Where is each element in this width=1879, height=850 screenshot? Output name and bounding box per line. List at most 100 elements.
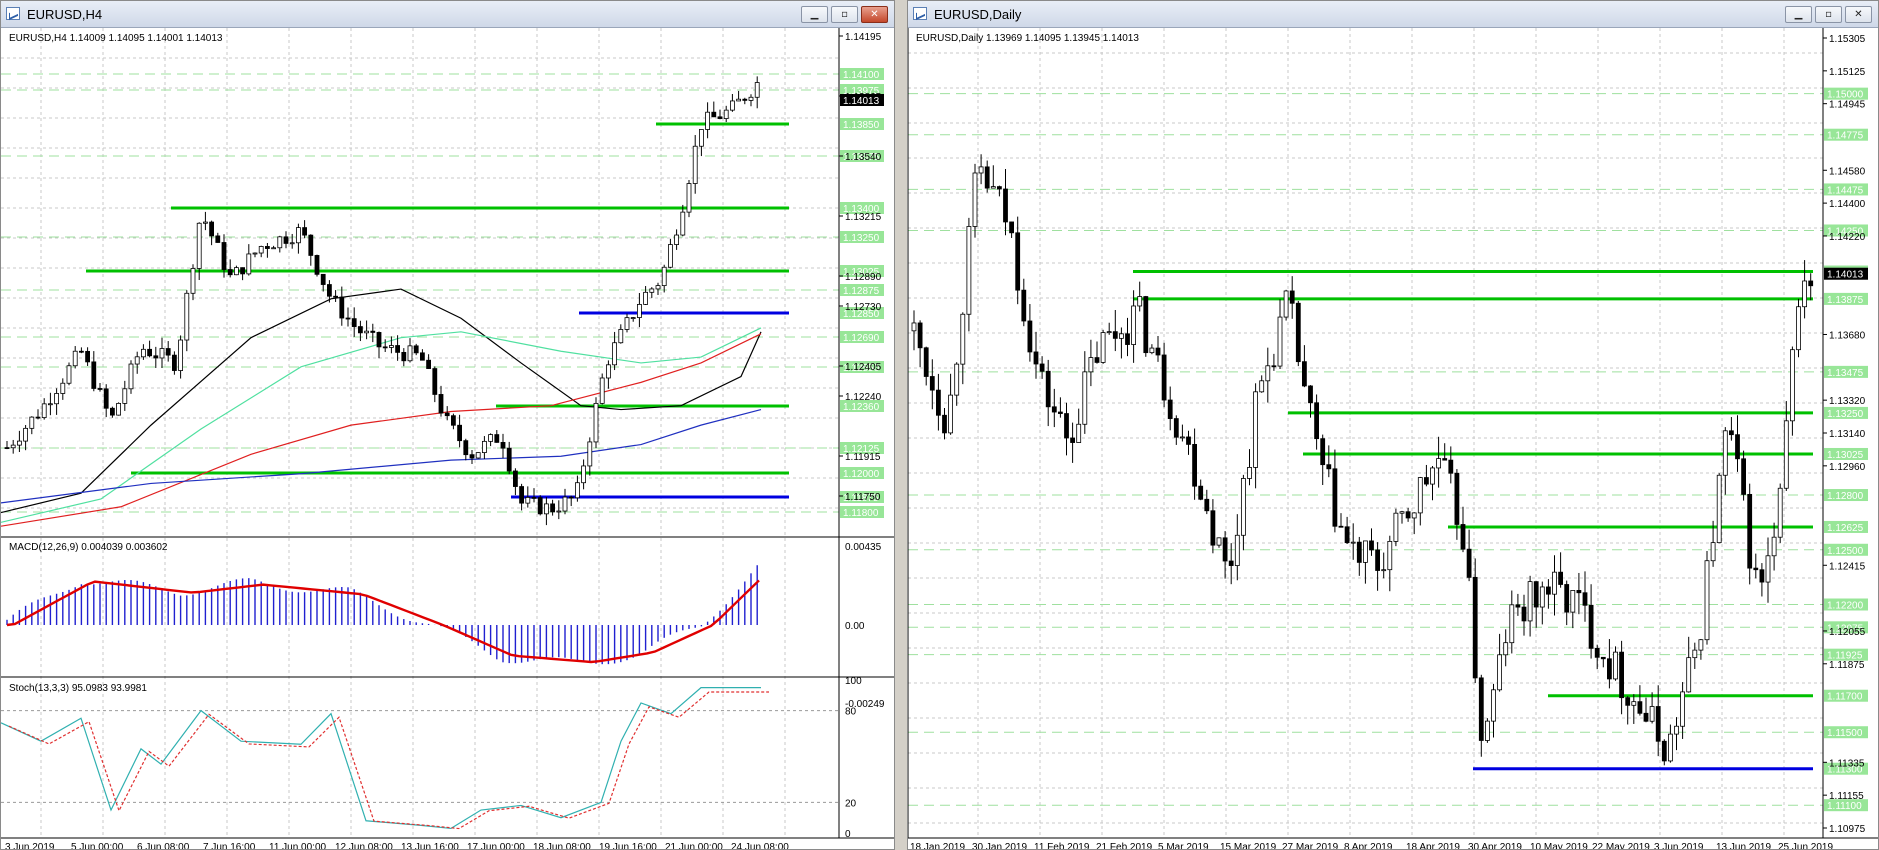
candle [1186,436,1191,445]
chart-window-icon [913,7,927,20]
candle [1521,606,1527,622]
candle [1198,485,1204,500]
candle [209,221,215,237]
candle [1448,459,1454,474]
candle [917,322,923,349]
price-tick: 1.12405 [845,362,882,373]
candle [370,330,376,333]
candle [1564,584,1570,613]
candle [1393,512,1399,542]
price-tick: 1.11915 [845,452,881,463]
maximize-button[interactable]: ▫ [831,6,858,23]
candle [178,339,184,371]
candle [581,465,586,484]
candle [1668,733,1673,762]
candle [1753,567,1759,571]
stoch-signal-line [8,691,769,830]
candle [1515,604,1521,608]
candle [1716,474,1722,544]
title-bar-daily[interactable]: EURUSD,Daily ▁ ▫ ✕ [908,1,1878,28]
candle [1692,649,1698,659]
candle [184,292,190,341]
candle [655,285,661,290]
candle [593,402,599,443]
minimize-button[interactable]: ▁ [801,6,828,23]
close-button[interactable]: ✕ [861,6,888,23]
candle [426,359,432,369]
candle [1045,370,1051,408]
candle [1283,290,1289,318]
candle [1375,549,1381,571]
candle [674,234,679,245]
candle [54,393,59,405]
candle [544,503,549,515]
candle [1228,560,1234,566]
level-label: 1.12625 [1827,523,1864,534]
candle [1118,333,1124,339]
candle [1649,706,1655,722]
candle [1710,542,1716,562]
candle [1558,571,1563,585]
candle [723,109,729,119]
candle [444,412,450,417]
candle [948,394,953,434]
price-tick: 1.13215 [845,212,882,223]
candle [122,388,128,404]
symbol-info-daily: EURUSD,Daily 1.13969 1.14095 1.13945 1.1… [916,33,1139,44]
candle [1491,689,1496,722]
maximize-button[interactable]: ▫ [1815,6,1842,23]
chart-window-h4[interactable]: EURUSD,H4 ▁ ▫ ✕ EURUSD,H4 1.14009 1.1409… [0,0,895,850]
candle [1210,510,1216,546]
candle [1094,357,1100,363]
price-chart-h4[interactable]: EURUSD,H4 1.14009 1.14095 1.14001 1.1401… [1,28,894,850]
candle [227,269,233,276]
candle [35,416,41,419]
candle [16,440,22,446]
candle [1088,357,1094,373]
price-tick: 1.11875 [1829,660,1865,671]
chart-window-daily[interactable]: EURUSD,Daily ▁ ▫ ✕ EURUSD,Daily 1.13969 … [907,0,1879,850]
candle [1485,720,1490,741]
candle [1674,725,1679,735]
minimize-icon: ▁ [1794,9,1803,20]
price-tick: 1.11750 [845,492,881,503]
time-label: 19 Jun 16:00 [599,842,657,850]
close-button[interactable]: ✕ [1845,6,1872,23]
candle [1070,437,1076,443]
price-tick: 1.11155 [1829,791,1864,802]
candle [1741,458,1746,495]
candle [736,98,741,102]
level-label: 1.13250 [843,233,880,244]
price-tick: 1.12730 [845,302,882,313]
time-label: 8 Apr 2019 [1344,842,1393,850]
time-label: 21 Jun 00:00 [665,842,723,850]
candle [717,116,723,119]
candle [1497,654,1502,691]
price-tick: 1.10975 [1829,824,1866,835]
price-tick: 1.12055 [1829,627,1866,638]
time-label: 10 May 2019 [1530,842,1588,850]
candle [1570,590,1576,613]
candle [606,364,611,379]
title-bar-h4[interactable]: EURUSD,H4 ▁ ▫ ✕ [1,1,894,28]
candle [140,348,146,358]
candle [748,96,754,101]
level-label: 1.14775 [1827,131,1864,142]
time-label: 18 Jun 08:00 [533,842,591,850]
candle [339,296,345,319]
candle [686,183,692,213]
price-chart-daily[interactable]: EURUSD,Daily 1.13969 1.14095 1.13945 1.1… [908,28,1878,850]
candle [277,236,283,249]
candle [1192,444,1198,487]
candle [1259,380,1265,393]
candle [1179,436,1185,439]
minimize-button[interactable]: ▁ [1785,6,1812,23]
candle [1100,332,1106,363]
candle [1149,347,1155,354]
time-label: 21 Feb 2019 [1096,842,1153,850]
candle [72,350,78,367]
candle [661,266,667,287]
candle [1759,569,1765,583]
level-label: 1.12875 [843,286,880,297]
stoch-tick: 0 [845,829,851,840]
